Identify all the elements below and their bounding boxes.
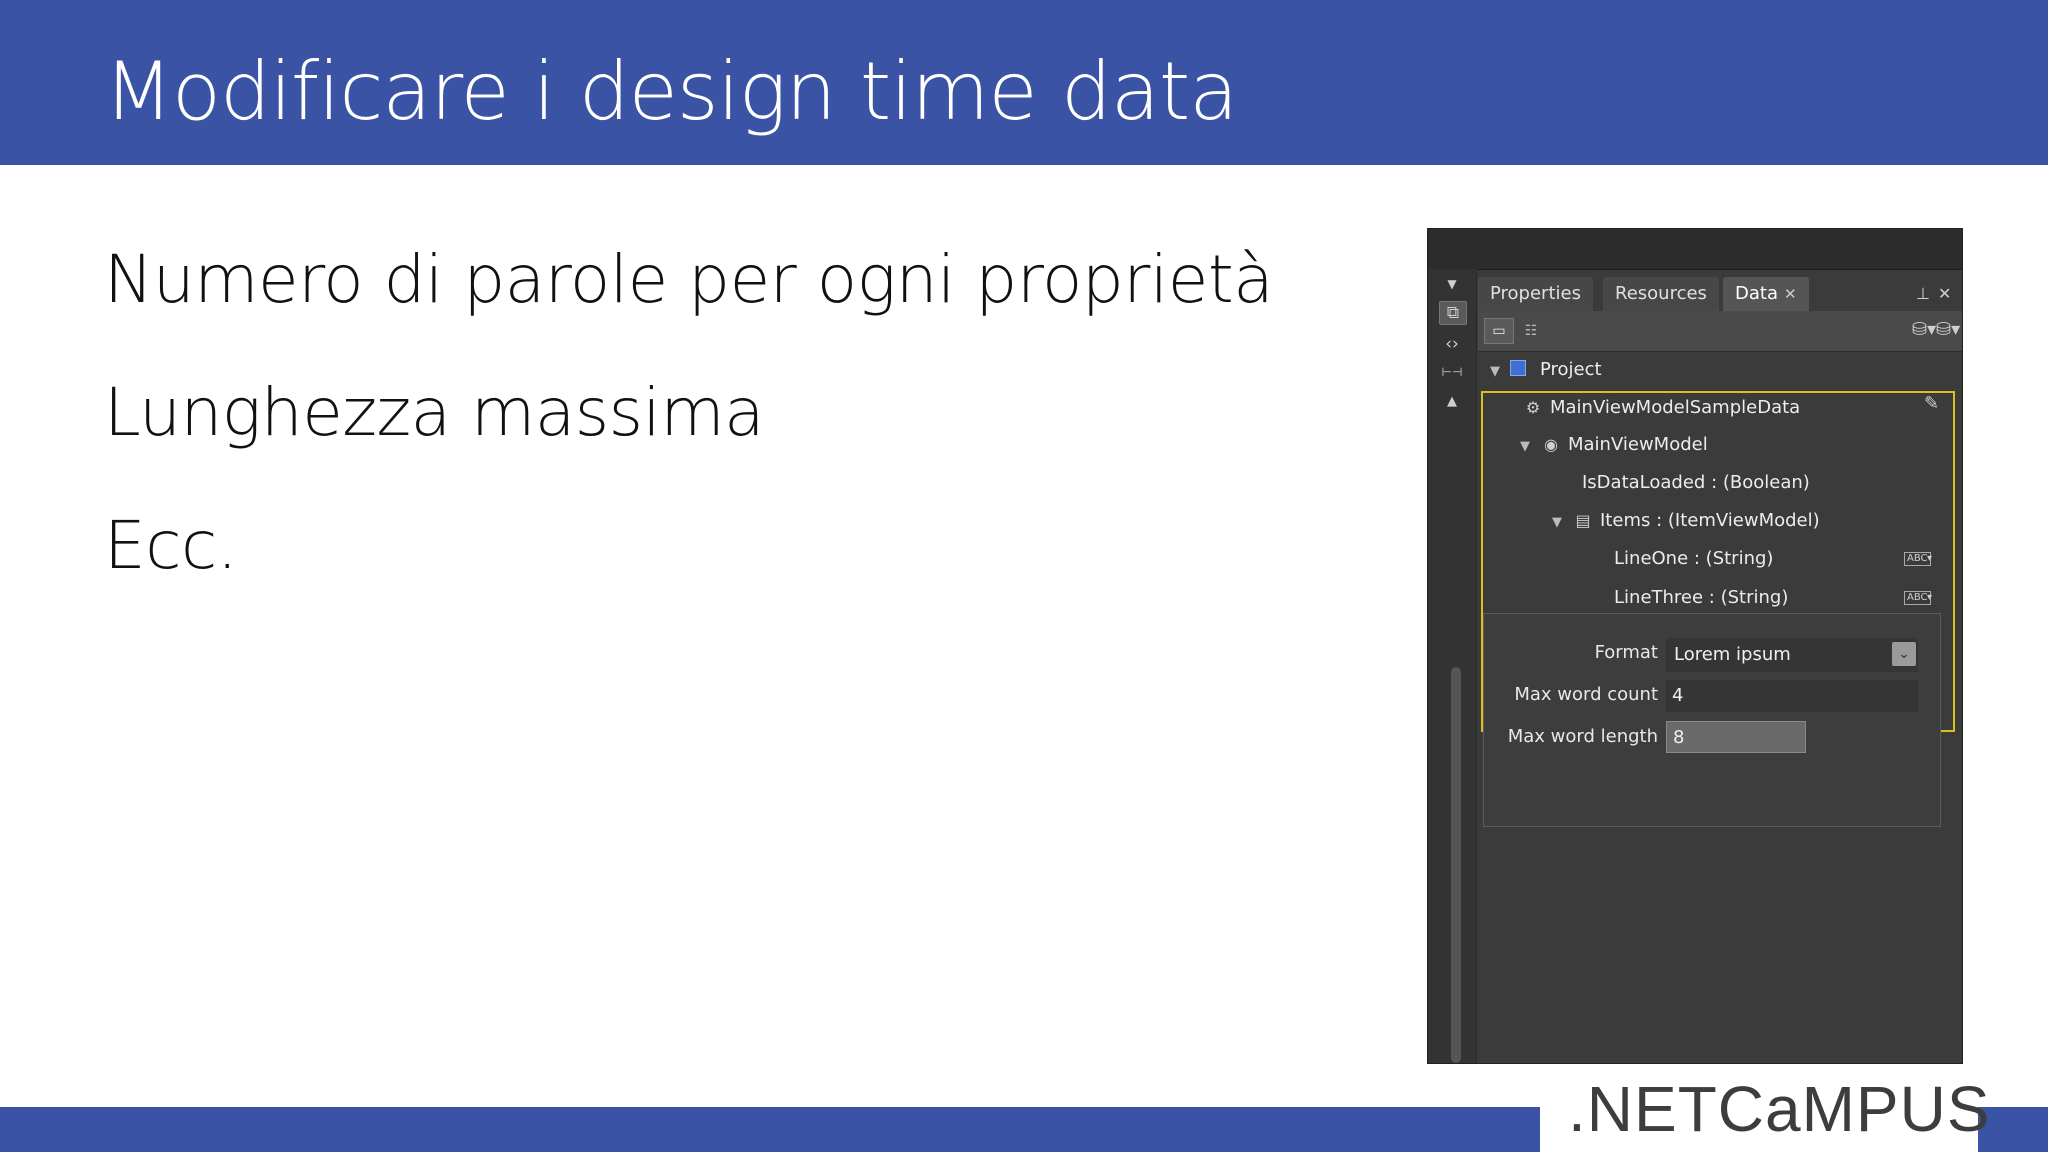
tree-node-is-data-loaded[interactable]: IsDataLoaded : (Boolean) xyxy=(1582,466,1810,500)
bullet-2: Lunghezza massima xyxy=(104,374,765,451)
bullet-3: Ecc. xyxy=(104,507,238,584)
chevron-down-icon[interactable]: ▾ xyxy=(1927,592,1932,603)
create-data-source-icon[interactable]: ⛁▾ xyxy=(1912,319,1936,340)
chevron-down-icon[interactable]: ⌄ xyxy=(1892,642,1916,666)
tree-node-line-three[interactable]: LineThree : (String) xyxy=(1614,581,1788,615)
scroll-up-icon[interactable]: ▲ xyxy=(1439,391,1465,413)
slide-header: Modificare i design time data xyxy=(0,0,2048,165)
tab-resources[interactable]: Resources xyxy=(1603,277,1719,311)
max-word-length-label: Max word length xyxy=(1507,726,1658,747)
close-tab-icon[interactable]: ✕ xyxy=(1784,285,1797,303)
footer-bar xyxy=(0,1107,1540,1152)
data-toolbar: ▭ ☷ ⛁▾ ⛁▾ xyxy=(1478,311,1962,352)
tab-data[interactable]: Data ✕ xyxy=(1723,277,1809,311)
code-view-icon[interactable]: ‹› xyxy=(1439,333,1465,355)
slide-title: Modificare i design time data xyxy=(104,45,1238,138)
collapse-arrow-icon[interactable]: ▼ xyxy=(1439,273,1465,295)
collection-icon: ▤ xyxy=(1575,511,1591,530)
close-panel-icon[interactable]: ✕ xyxy=(1938,284,1951,303)
vertical-scrollbar[interactable] xyxy=(1451,667,1461,1063)
netcampus-logo: .NETCaMPUS xyxy=(1568,1073,1991,1145)
sample-data-icon: ⚙ xyxy=(1525,398,1541,417)
panel-top-strip xyxy=(1428,229,1962,270)
tab-properties[interactable]: Properties xyxy=(1478,277,1593,311)
format-label: Format xyxy=(1594,642,1658,663)
max-word-count-label: Max word count xyxy=(1514,684,1658,705)
design-view-icon[interactable]: ⧉ xyxy=(1439,301,1467,325)
expand-arrow-icon[interactable]: ▼ xyxy=(1520,430,1540,464)
list-mode-icon[interactable]: ▭ xyxy=(1484,318,1514,344)
bullet-list: Numero di parole per ogni proprietà Lung… xyxy=(104,240,1354,639)
split-view-icon[interactable]: ⊢⊣ xyxy=(1439,361,1465,383)
object-icon: ◉ xyxy=(1544,435,1558,454)
bullet-1: Numero di parole per ogni proprietà xyxy=(104,241,1274,318)
tree-node-main-view-model[interactable]: ▼ ◉ MainViewModel xyxy=(1520,428,1708,462)
tree-node-items[interactable]: ▼ ▤ Items : (ItemViewModel) xyxy=(1552,504,1820,538)
chevron-down-icon[interactable]: ▾ xyxy=(1927,553,1932,564)
tree-node-sample-data[interactable]: ⚙ MainViewModelSampleData xyxy=(1522,391,1800,425)
panel-left-toolbar: ▼ ⧉ ‹› ⊢⊣ ▲ xyxy=(1428,269,1477,1063)
expand-arrow-icon[interactable]: ▼ xyxy=(1552,506,1572,540)
tree-node-line-one[interactable]: LineOne : (String) xyxy=(1614,542,1773,576)
create-sample-data-icon[interactable]: ⛁▾ xyxy=(1936,319,1960,340)
details-mode-icon[interactable]: ☷ xyxy=(1516,318,1546,344)
max-word-length-input[interactable]: 8 xyxy=(1666,721,1806,753)
tree-node-project[interactable]: ▼ Project xyxy=(1490,353,1602,387)
max-word-count-input[interactable]: 4 xyxy=(1666,680,1918,712)
expand-arrow-icon[interactable]: ▼ xyxy=(1490,355,1510,389)
string-options-popup: Format Lorem ipsum ⌄ Max word count 4 Ma… xyxy=(1483,613,1941,827)
format-dropdown[interactable]: Lorem ipsum ⌄ xyxy=(1666,638,1918,672)
project-icon xyxy=(1510,360,1526,376)
pin-icon[interactable]: ⊥ xyxy=(1916,284,1930,303)
edit-sample-data-icon[interactable]: ✎ xyxy=(1924,393,1939,414)
